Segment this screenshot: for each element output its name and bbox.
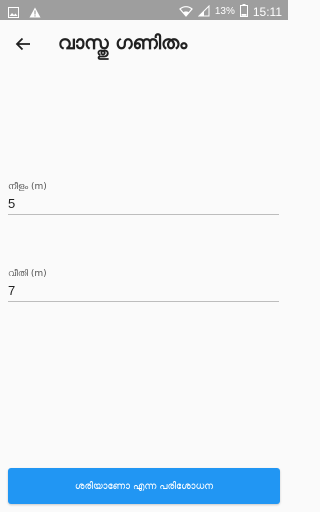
width-field: വീതി (m) <box>8 269 279 302</box>
status-bar: 13% 15:11 <box>0 0 288 20</box>
app-bar: വാസ്തു ഗണിതം <box>0 20 288 72</box>
arrow-back-icon <box>15 36 31 56</box>
page-title: വാസ്തു ഗണിതം <box>58 32 188 54</box>
screen: 13% 15:11 വാസ്തു ഗണിതം നീളം (m) 5 വീതി (… <box>0 0 288 512</box>
length-underline <box>8 214 279 215</box>
battery-percent: 13% <box>214 6 235 17</box>
wifi-icon <box>179 2 193 21</box>
length-field: നീളം (m) <box>8 182 279 215</box>
status-clock: 15:11 <box>252 4 282 19</box>
check-button[interactable]: ശരിയാണോ എന്ന പരിശോധന <box>8 468 280 504</box>
length-input[interactable] <box>8 192 279 212</box>
back-button[interactable] <box>10 33 36 59</box>
width-underline <box>8 301 279 302</box>
battery-icon <box>239 2 248 21</box>
status-right: 13% 15:11 <box>179 2 282 21</box>
signal-icon <box>197 2 210 21</box>
width-input[interactable] <box>8 279 279 299</box>
width-field-label: വീതി (m) <box>8 269 47 279</box>
length-field-label: നീളം (m) <box>8 182 47 192</box>
